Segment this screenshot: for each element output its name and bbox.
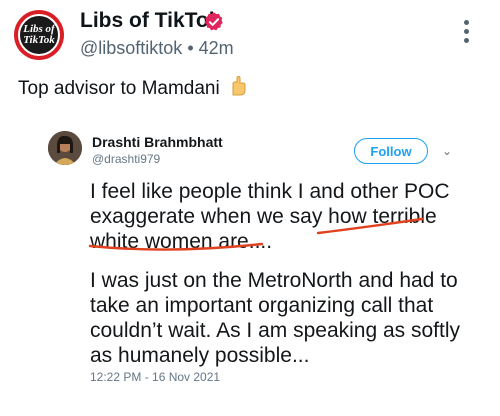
post-time[interactable]: 42m [199, 38, 234, 58]
chevron-down-icon: ⌄ [442, 144, 453, 158]
author-name[interactable]: Libs of TikTok [80, 9, 220, 33]
verified-badge-icon [204, 12, 223, 31]
post-text-content: Top advisor to Mamdani [18, 78, 220, 99]
author-handle[interactable]: @libsoftiktok [80, 38, 182, 58]
embedded-tweet-body: I feel like people think I and other POC… [90, 179, 470, 382]
more-vertical-icon[interactable] [464, 20, 470, 47]
pointing-hand-emoji [226, 75, 248, 103]
embedded-author-handle: @drashti979 [92, 152, 161, 166]
embedded-author-avatar [48, 131, 82, 165]
meta-separator: • [187, 38, 194, 58]
embedded-tweet-timestamp: 12:22 PM - 16 Nov 2021 [90, 370, 221, 384]
avatar-text-line2: TikTok [23, 34, 55, 46]
author-meta: @libsoftiktok • 42m [80, 38, 234, 59]
follow-button: Follow [354, 138, 428, 164]
author-avatar[interactable]: Libs of TikTok [14, 10, 64, 60]
embedded-author-name: Drashti Brahmbhatt [92, 134, 223, 150]
embedded-tweet-paragraph-1: I feel like people think I and other POC… [90, 180, 450, 253]
post-text: Top advisor to Mamdani [18, 75, 248, 103]
embedded-tweet-image[interactable]: Drashti Brahmbhatt @drashti979 Follow ⌄ … [40, 115, 480, 416]
embedded-tweet-paragraph-2: I was just on the MetroNorth and had to … [90, 269, 461, 367]
avatar-logo: Libs of TikTok [18, 14, 60, 56]
